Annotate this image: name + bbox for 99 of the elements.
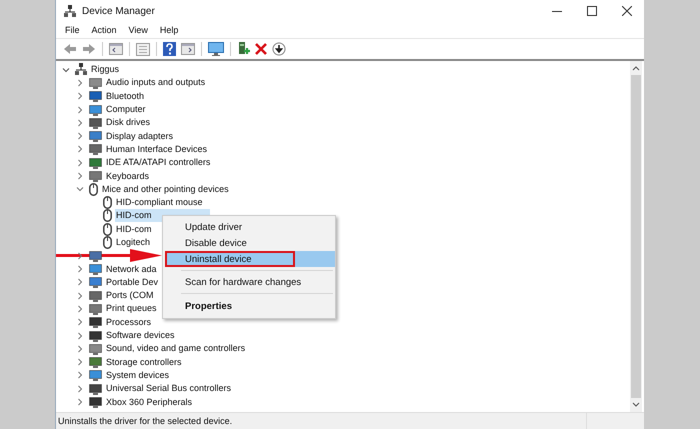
tree-item[interactable]: Audio inputs and outputs xyxy=(105,76,206,90)
tree-item[interactable]: Display adapters xyxy=(105,130,174,143)
back-icon[interactable] xyxy=(62,43,78,55)
mouse-icon xyxy=(103,236,112,249)
device-icon xyxy=(89,330,102,342)
expand-chevron-icon[interactable] xyxy=(76,318,84,326)
tree-item[interactable]: Logitech xyxy=(115,236,152,249)
tree-item[interactable]: Computer xyxy=(105,103,147,116)
tree-item[interactable]: Bluetooth xyxy=(105,90,146,103)
expand-chevron-icon[interactable] xyxy=(76,106,84,114)
monitor-icon[interactable] xyxy=(207,42,225,56)
device-icon xyxy=(89,104,102,116)
tree-item[interactable]: HID-com xyxy=(115,222,152,236)
expand-chevron-icon[interactable] xyxy=(76,158,84,167)
status-text: Uninstalls the driver for the selected device. xyxy=(57,416,234,426)
menu-item[interactable]: File xyxy=(59,22,86,38)
tree-item[interactable]: Storage controllers xyxy=(105,356,183,369)
tree-item[interactable]: Mice and other pointing devices xyxy=(101,182,230,196)
expand-chevron-icon[interactable] xyxy=(76,332,84,340)
download-icon[interactable] xyxy=(271,42,287,56)
expand-chevron-icon[interactable] xyxy=(76,278,84,286)
properties-icon[interactable] xyxy=(135,42,151,56)
menu-item[interactable]: Update driver xyxy=(165,219,333,235)
expand-chevron-icon[interactable] xyxy=(76,132,84,140)
computer-tree-icon xyxy=(75,63,87,76)
tree-item[interactable]: Universal Serial Bus controllers xyxy=(105,382,232,396)
device-icon xyxy=(89,90,102,102)
expand-chevron-icon[interactable] xyxy=(76,172,84,180)
expand-chevron-icon[interactable] xyxy=(76,92,84,100)
forward-icon[interactable] xyxy=(81,43,97,55)
device-icon xyxy=(89,356,102,368)
menu-item[interactable]: Scan for hardware changes xyxy=(165,274,333,290)
tree-item[interactable]: Portable Dev xyxy=(105,276,160,289)
expand-chevron-icon[interactable] xyxy=(76,344,84,353)
tree-item[interactable]: Ports (COM xyxy=(105,289,155,302)
tree-item[interactable]: Processors xyxy=(105,316,152,329)
scroll-down-icon[interactable] xyxy=(632,402,640,408)
tree-item[interactable]: Xbox 360 Peripherals xyxy=(105,396,194,409)
tree-item[interactable]: Riggus xyxy=(90,63,120,76)
expand-chevron-icon[interactable] xyxy=(76,252,84,260)
help-icon[interactable] xyxy=(162,42,177,56)
menu-item[interactable]: Properties xyxy=(165,297,333,315)
mouse-icon xyxy=(103,196,112,210)
device-icon xyxy=(89,170,102,182)
device-icon xyxy=(89,143,102,156)
expand-chevron-icon[interactable] xyxy=(76,78,84,87)
tree-item[interactable]: HID-compliant mouse xyxy=(115,196,204,210)
device-icon xyxy=(89,76,102,89)
expand-chevron-icon[interactable] xyxy=(76,145,84,154)
tree-item[interactable]: Human Interface Devices xyxy=(105,142,208,156)
mouse-icon xyxy=(103,209,112,222)
mouse-icon xyxy=(89,182,98,196)
window-title: Device Manager xyxy=(82,6,155,16)
menu-item[interactable]: Help xyxy=(154,22,184,38)
device-icon xyxy=(89,116,102,129)
collapse-chevron-icon[interactable] xyxy=(62,66,70,74)
maximize-icon xyxy=(586,6,596,16)
device-icon xyxy=(89,342,102,355)
menu-item[interactable]: Action xyxy=(86,22,123,38)
expand-chevron-icon[interactable] xyxy=(76,304,84,313)
expand-chevron-icon[interactable] xyxy=(76,265,84,274)
scrollbar[interactable] xyxy=(630,61,642,412)
tree-item[interactable]: Keyboards xyxy=(105,170,150,183)
menu-item[interactable]: View xyxy=(122,22,154,38)
menu-item[interactable]: Disable device xyxy=(165,235,333,251)
tree-item[interactable]: System devices xyxy=(105,368,170,382)
expand-chevron-icon[interactable] xyxy=(76,118,84,127)
tree-item[interactable]: IDE ATA/ATAPI controllers xyxy=(105,156,212,170)
expand-chevron-icon[interactable] xyxy=(76,358,84,366)
device-icon xyxy=(89,302,102,315)
device-icon xyxy=(89,316,102,328)
computer-tree-icon xyxy=(64,4,76,18)
device-icon xyxy=(89,290,102,302)
tree-item[interactable]: Sound, video and game controllers xyxy=(105,342,246,356)
device-icon xyxy=(89,396,102,408)
device-icon xyxy=(89,263,102,276)
expand-chevron-icon[interactable] xyxy=(76,384,84,393)
expand-chevron-icon[interactable] xyxy=(76,398,84,406)
tree-item[interactable]: Network ada xyxy=(105,262,158,276)
device-icon xyxy=(89,130,102,142)
action-pane-icon[interactable] xyxy=(180,43,196,55)
console-tree-icon[interactable] xyxy=(108,43,124,55)
device-icon xyxy=(89,276,102,288)
close-icon xyxy=(622,6,632,16)
delete-icon[interactable] xyxy=(254,43,268,55)
device-icon xyxy=(89,382,102,395)
device-icon xyxy=(89,369,102,382)
scroll-up-icon[interactable] xyxy=(632,65,640,71)
expand-chevron-icon[interactable] xyxy=(76,292,84,300)
device-icon xyxy=(89,156,102,169)
tree-item[interactable]: Disk drives xyxy=(105,116,152,130)
device-icon xyxy=(89,250,102,262)
expand-chevron-icon[interactable] xyxy=(76,371,84,380)
tree-item[interactable]: Print queues xyxy=(105,302,158,316)
collapse-chevron-icon[interactable] xyxy=(76,185,84,194)
mouse-icon xyxy=(103,222,112,236)
menu-item[interactable]: Uninstall device xyxy=(165,251,295,267)
tree-item[interactable]: Software devices xyxy=(105,329,176,342)
add-driver-icon[interactable] xyxy=(236,42,251,56)
